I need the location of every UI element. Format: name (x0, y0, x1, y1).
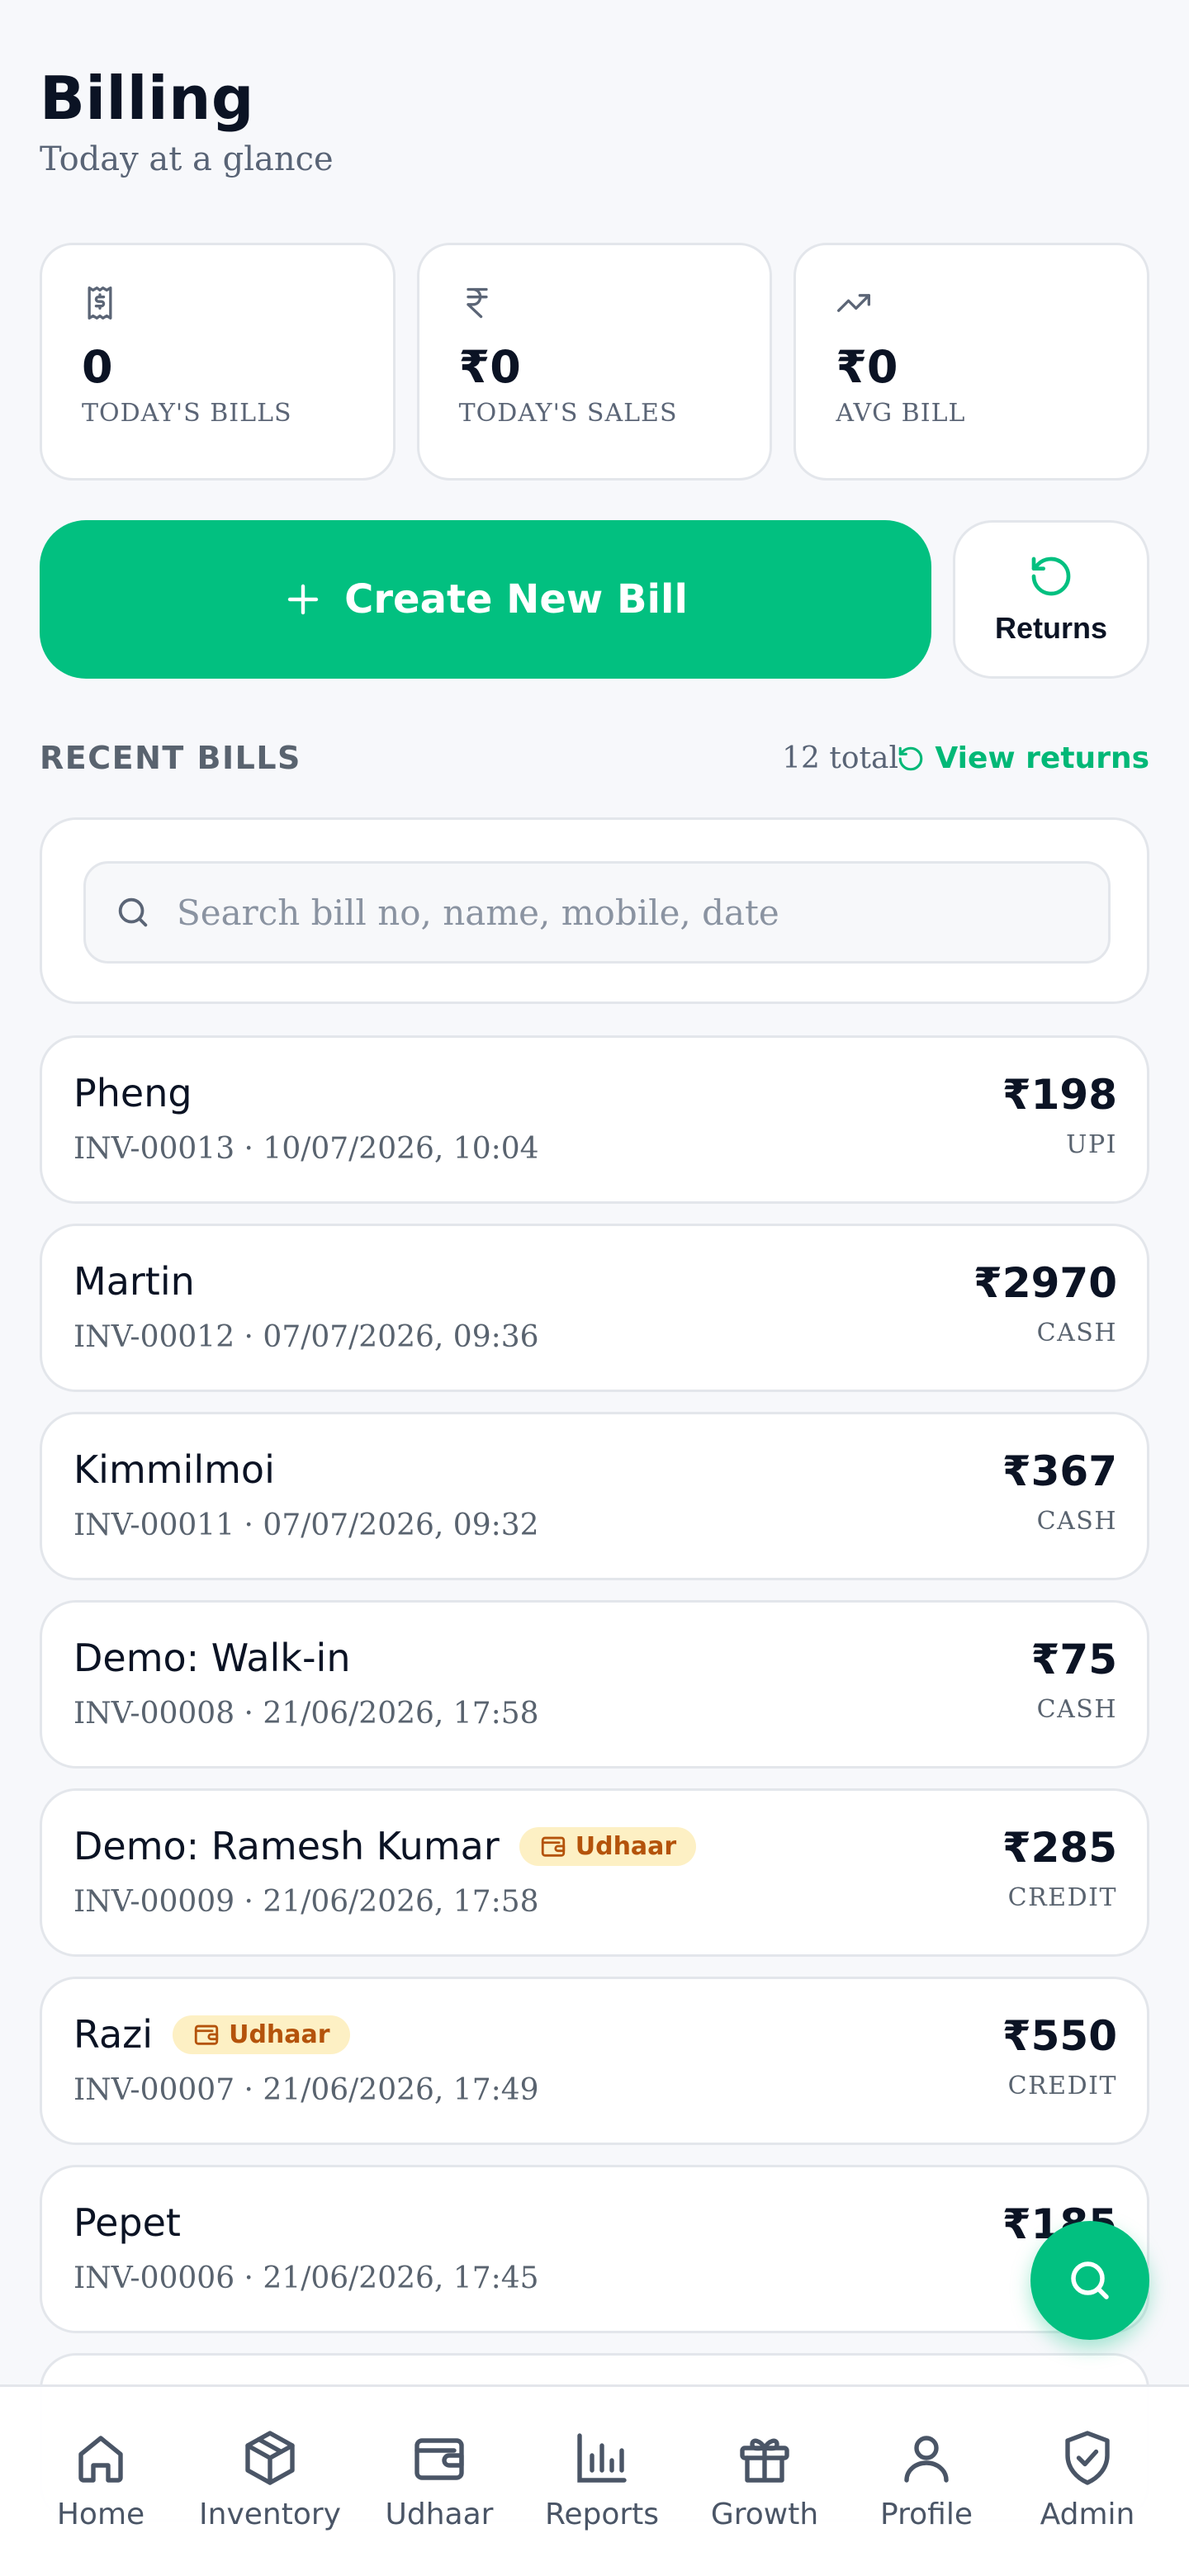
search-icon (1071, 2261, 1109, 2299)
page-title: Billing (40, 64, 254, 133)
bill-row[interactable]: Pepet INV-00006 · 21/06/2026, 17:45 ₹185 (40, 2165, 1149, 2333)
stat-card-avg-bill: ₹0 AVG BILL (793, 243, 1150, 481)
bill-payment-method: CASH (1036, 1319, 1117, 1347)
udhaar-badge: Udhaar (173, 2015, 350, 2054)
nav-item-udhaar[interactable]: Udhaar (361, 2428, 518, 2531)
stat-label: TODAY'S BILLS (82, 399, 292, 428)
bill-meta: INV-00011 · 07/07/2026, 09:32 (73, 1508, 539, 1542)
trending-up-icon (837, 294, 871, 312)
stat-value: ₹0 (836, 341, 898, 393)
total-count: 12 total (782, 741, 898, 775)
recent-bills-header: RECENT BILLS 12 total View returns (40, 740, 1149, 781)
home-icon (78, 2436, 123, 2483)
bill-customer-name: Demo: Walk-in (73, 1636, 351, 1680)
nav-label: Growth (710, 2498, 819, 2531)
bill-meta: INV-00013 · 10/07/2026, 10:04 (73, 1132, 539, 1166)
view-returns-label: View returns (935, 741, 1149, 775)
returns-label: Returns (994, 611, 1108, 645)
shield-check-icon (1065, 2431, 1110, 2485)
rotate-ccw-icon (899, 746, 923, 770)
stat-value: ₹0 (458, 341, 521, 393)
returns-button[interactable]: Returns (953, 520, 1149, 679)
bill-customer-name: Pheng (73, 1071, 192, 1115)
bar-chart-icon (577, 2433, 627, 2483)
nav-item-admin[interactable]: Admin (1009, 2428, 1166, 2531)
stats-row: 0 TODAY'S BILLS ₹0 TODAY'S SALES ₹0 AVG … (40, 243, 1150, 481)
nav-item-growth[interactable]: Growth (686, 2428, 843, 2531)
rupee-icon (467, 287, 488, 319)
create-new-bill-button[interactable]: Create New Bill (40, 520, 931, 679)
bill-customer-name: Martin (73, 1259, 195, 1304)
bill-meta: INV-00009 · 21/06/2026, 17:58 (73, 1885, 539, 1919)
nav-item-home[interactable]: Home (22, 2428, 179, 2531)
page-subtitle: Today at a glance (40, 140, 334, 178)
box-icon (245, 2431, 295, 2485)
bill-amount: ₹550 (1002, 2012, 1117, 2060)
search-box[interactable] (83, 861, 1111, 964)
bill-row[interactable]: Demo: Ramesh Kumar Udhaar INV-00009 · 21… (40, 1788, 1149, 1957)
udhaar-badge-label: Udhaar (575, 1831, 677, 1861)
bill-meta: INV-00006 · 21/06/2026, 17:45 (73, 2261, 539, 2295)
bill-customer-name: Razi (73, 2012, 154, 2057)
stat-card-todays-bills: 0 TODAY'S BILLS (40, 243, 396, 481)
bottom-nav: Home Inventory Udhaar Reports Growth Pro… (0, 2384, 1189, 2576)
bill-payment-method: CASH (1036, 1695, 1117, 1724)
bill-amount: ₹198 (1002, 1071, 1117, 1119)
bill-customer-name: Demo: Ramesh Kumar (73, 1824, 500, 1868)
section-title: RECENT BILLS (40, 740, 301, 776)
wallet-icon (194, 2024, 219, 2045)
nav-label: Home (56, 2498, 145, 2531)
search-icon (118, 897, 148, 927)
bill-payment-method: CASH (1036, 1507, 1117, 1536)
user-icon (904, 2436, 949, 2483)
nav-item-profile[interactable]: Profile (848, 2428, 1005, 2531)
bill-customer-name: Kimmilmoi (73, 1447, 275, 1492)
stat-label: TODAY'S SALES (458, 399, 678, 428)
bill-meta: INV-00008 · 21/06/2026, 17:58 (73, 1697, 539, 1731)
nav-label: Inventory (199, 2498, 341, 2531)
create-new-bill-label: Create New Bill (344, 576, 688, 623)
udhaar-badge-label: Udhaar (229, 2020, 330, 2049)
nav-label: Udhaar (385, 2498, 494, 2531)
bill-meta: INV-00012 · 07/07/2026, 09:36 (73, 1320, 539, 1354)
bill-row[interactable]: Razi Udhaar INV-00007 · 21/06/2026, 17:4… (40, 1977, 1149, 2145)
bill-row[interactable]: Demo: Walk-in INV-00008 · 21/06/2026, 17… (40, 1600, 1149, 1769)
bill-payment-method: CREDIT (1007, 1883, 1117, 1912)
bill-amount: ₹75 (1030, 1636, 1117, 1683)
bill-list: Pheng INV-00013 · 10/07/2026, 10:04 ₹198… (40, 1035, 1149, 2541)
bill-payment-method: CREDIT (1007, 2072, 1117, 2100)
search-fab-button[interactable] (1030, 2221, 1149, 2340)
wallet-icon (414, 2438, 464, 2480)
bill-amount: ₹285 (1002, 1824, 1117, 1872)
udhaar-badge: Udhaar (519, 1826, 697, 1866)
stat-label: AVG BILL (836, 399, 966, 428)
plus-icon (287, 584, 319, 615)
bill-payment-method: UPI (1066, 1130, 1117, 1159)
bill-customer-name: Pepet (73, 2200, 181, 2245)
bill-amount: ₹367 (1002, 1447, 1117, 1495)
receipt-icon (88, 286, 112, 320)
search-card (40, 817, 1149, 1004)
nav-item-inventory[interactable]: Inventory (192, 2428, 348, 2531)
bill-amount: ₹2970 (973, 1259, 1117, 1307)
bill-meta: INV-00007 · 21/06/2026, 17:49 (73, 2073, 539, 2107)
search-input[interactable] (177, 892, 1085, 933)
view-returns-link[interactable]: View returns (897, 741, 1149, 775)
nav-label: Admin (1040, 2498, 1135, 2531)
page-header: Billing Today at a glance (40, 61, 334, 178)
bill-row[interactable]: Martin INV-00012 · 07/07/2026, 09:36 ₹29… (40, 1224, 1149, 1392)
nav-label: Profile (880, 2498, 973, 2531)
nav-item-reports[interactable]: Reports (523, 2428, 680, 2531)
bill-row[interactable]: Kimmilmoi INV-00011 · 07/07/2026, 09:32 … (40, 1412, 1149, 1580)
stat-card-todays-sales: ₹0 TODAY'S SALES (416, 243, 773, 481)
bill-row[interactable]: Pheng INV-00013 · 10/07/2026, 10:04 ₹198… (40, 1035, 1149, 1204)
gift-icon (740, 2438, 789, 2483)
stat-value: 0 (82, 341, 113, 393)
wallet-icon (541, 1836, 565, 1857)
rotate-ccw-icon (1031, 556, 1071, 596)
nav-label: Reports (544, 2498, 660, 2531)
